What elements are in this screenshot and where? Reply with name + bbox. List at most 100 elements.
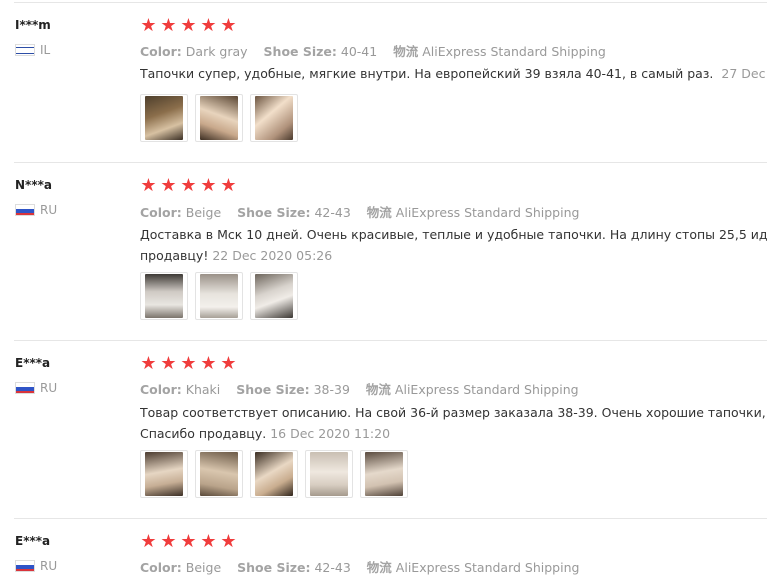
review-photo-thumbnail[interactable] <box>140 450 188 498</box>
review-date: 22 Dec 2020 05:26 <box>212 248 333 263</box>
color-label: Color: <box>140 560 182 575</box>
review-text-line: Товар соответствует описанию. На свой 36… <box>140 405 767 420</box>
review-text: Товар соответствует описанию. На свой 36… <box>140 402 767 444</box>
country-code: IL <box>40 43 51 57</box>
shipping-label: 物流 <box>366 205 392 220</box>
photo-slipper-image <box>310 452 348 496</box>
shipping-value: AliExpress Standard Shipping <box>422 44 606 59</box>
review-text-line: продавцу! <box>140 248 209 263</box>
review-date: 27 Dec 2020 <box>721 66 767 81</box>
star-icon: ★ <box>160 353 177 374</box>
size-value: 38-39 <box>313 382 350 397</box>
star-icon: ★ <box>200 15 217 36</box>
reviewer-name: I***m <box>15 18 51 32</box>
star-rating: ★ ★ ★ ★ ★ <box>140 15 237 36</box>
review-photos <box>140 94 298 142</box>
review-photos <box>140 450 408 498</box>
color-label: Color: <box>140 44 182 59</box>
star-icon: ★ <box>200 353 217 374</box>
star-icon: ★ <box>180 353 197 374</box>
review-photo-thumbnail[interactable] <box>195 450 243 498</box>
reviewer-name: E***a <box>15 534 51 548</box>
review-photo-thumbnail[interactable] <box>305 450 353 498</box>
star-rating: ★ ★ ★ ★ ★ <box>140 353 237 374</box>
color-value: Dark gray <box>185 44 248 59</box>
size-value: 40-41 <box>340 44 378 59</box>
review-photo-thumbnail[interactable] <box>195 94 243 142</box>
star-rating: ★ ★ ★ ★ ★ <box>140 531 237 552</box>
review-text: Тапочки супер, удобные, мягкие внутри. Н… <box>140 63 767 84</box>
country-code: RU <box>40 559 58 573</box>
size-label: Shoe Size: <box>236 382 310 397</box>
flag-israel-icon <box>15 44 35 56</box>
star-icon: ★ <box>200 531 217 552</box>
photo-slipper-image <box>200 452 238 496</box>
photo-slipper-image <box>200 274 238 318</box>
photo-slipper-image <box>200 96 238 140</box>
review-photo-thumbnail[interactable] <box>195 272 243 320</box>
flag-russia-icon <box>15 382 35 394</box>
star-rating: ★ ★ ★ ★ ★ <box>140 175 237 196</box>
shipping-label: 物流 <box>366 560 392 575</box>
review-text-line: Тапочки супер, удобные, мягкие внутри. Н… <box>140 66 714 81</box>
review-date: 16 Dec 2020 11:20 <box>270 426 391 441</box>
review-photo-thumbnail[interactable] <box>250 450 298 498</box>
reviewer-country: RU <box>15 559 57 573</box>
star-icon: ★ <box>200 175 217 196</box>
review-photo-thumbnail[interactable] <box>250 94 298 142</box>
reviewer-name: N***a <box>15 178 52 192</box>
review-photo-thumbnail[interactable] <box>360 450 408 498</box>
photo-slipper-image <box>365 452 403 496</box>
photo-slipper-image <box>255 274 293 318</box>
review-divider <box>14 518 767 519</box>
order-properties: Color: Dark gray Shoe Size: 40-41 物流 Ali… <box>140 41 606 60</box>
size-label: Shoe Size: <box>237 205 311 220</box>
review-text: Доставка в Мск 10 дней. Очень красивые, … <box>140 224 767 266</box>
review-photo-thumbnail[interactable] <box>250 272 298 320</box>
shipping-value: AliExpress Standard Shipping <box>395 560 580 575</box>
star-icon: ★ <box>160 175 177 196</box>
photo-slipper-image <box>145 96 183 140</box>
review-photo-thumbnail[interactable] <box>140 272 188 320</box>
review-divider <box>14 2 767 3</box>
review-text-line: Доставка в Мск 10 дней. Очень красивые, … <box>140 227 767 242</box>
color-value: Beige <box>185 560 222 575</box>
review-photo-thumbnail[interactable] <box>140 94 188 142</box>
size-label: Shoe Size: <box>263 44 337 59</box>
star-icon: ★ <box>140 531 157 552</box>
country-code: RU <box>40 203 58 217</box>
shipping-value: AliExpress Standard Shipping <box>394 382 579 397</box>
shipping-label: 物流 <box>393 44 419 59</box>
star-icon: ★ <box>220 15 237 36</box>
size-value: 42-43 <box>314 205 351 220</box>
reviewer-country: RU <box>15 203 57 217</box>
star-icon: ★ <box>180 175 197 196</box>
review-divider <box>14 162 767 163</box>
review-text-line-2: продавцу! 22 Dec 2020 05:26 <box>140 245 767 266</box>
star-icon: ★ <box>180 15 197 36</box>
star-icon: ★ <box>220 353 237 374</box>
country-code: RU <box>40 381 58 395</box>
order-properties: Color: Beige Shoe Size: 42-43 物流 AliExpr… <box>140 202 579 221</box>
review-divider <box>14 340 767 341</box>
star-icon: ★ <box>160 15 177 36</box>
photo-slipper-image <box>145 452 183 496</box>
photo-slipper-image <box>255 96 293 140</box>
reviewer-country: RU <box>15 381 57 395</box>
star-icon: ★ <box>140 175 157 196</box>
star-icon: ★ <box>140 15 157 36</box>
flag-russia-icon <box>15 560 35 572</box>
color-label: Color: <box>140 205 182 220</box>
star-icon: ★ <box>160 531 177 552</box>
size-label: Shoe Size: <box>237 560 311 575</box>
star-icon: ★ <box>220 531 237 552</box>
color-value: Khaki <box>185 382 221 397</box>
flag-russia-icon <box>15 204 35 216</box>
review-text-line: Спасибо продавцу. <box>140 426 267 441</box>
shipping-label: 物流 <box>365 382 391 397</box>
review-text-line-2: Спасибо продавцу. 16 Dec 2020 11:20 <box>140 423 767 444</box>
order-properties: Color: Beige Shoe Size: 42-43 物流 AliExpr… <box>140 557 579 576</box>
color-value: Beige <box>185 205 222 220</box>
photo-slipper-image <box>145 274 183 318</box>
reviewer-name: E***a <box>15 356 51 370</box>
